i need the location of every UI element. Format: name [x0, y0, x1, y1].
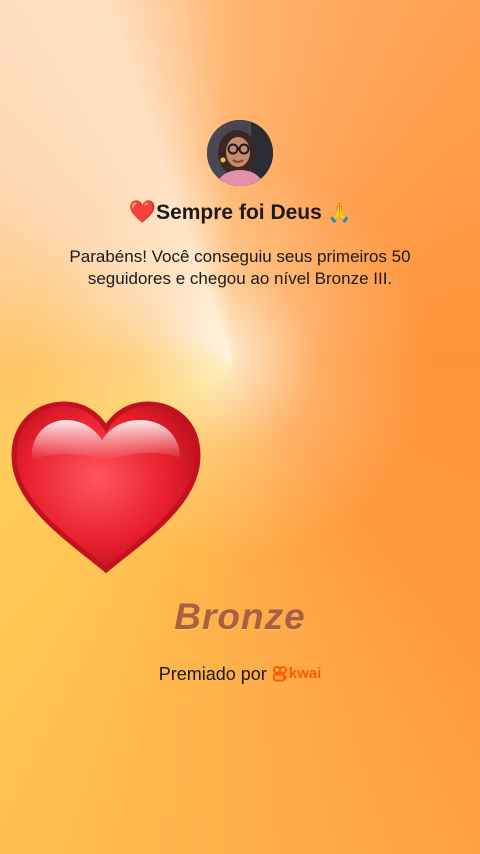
- profile-avatar[interactable]: [207, 120, 273, 186]
- kwai-brand-name: kwai: [288, 665, 322, 682]
- heart-icon: [11, 401, 201, 574]
- profile-title: ❤️Sempre foi Deus 🙏: [0, 196, 480, 230]
- profile-name: Sempre foi Deus: [156, 201, 322, 224]
- kwai-brand: kwai: [272, 660, 322, 688]
- awarded-by: Premiado por kwai: [0, 660, 480, 688]
- user-photo-avatar-icon: [207, 120, 273, 186]
- kwai-logo-icon: [272, 666, 287, 682]
- praying-hands-emoji-icon: 🙏: [327, 203, 352, 224]
- awarded-by-label: Premiado por: [158, 664, 267, 684]
- level-name: Bronze: [174, 596, 306, 637]
- red-heart-emoji-icon: ❤️: [128, 199, 157, 224]
- congratulations-message: Parabéns! Você conseguiu seus primeiros …: [69, 247, 411, 288]
